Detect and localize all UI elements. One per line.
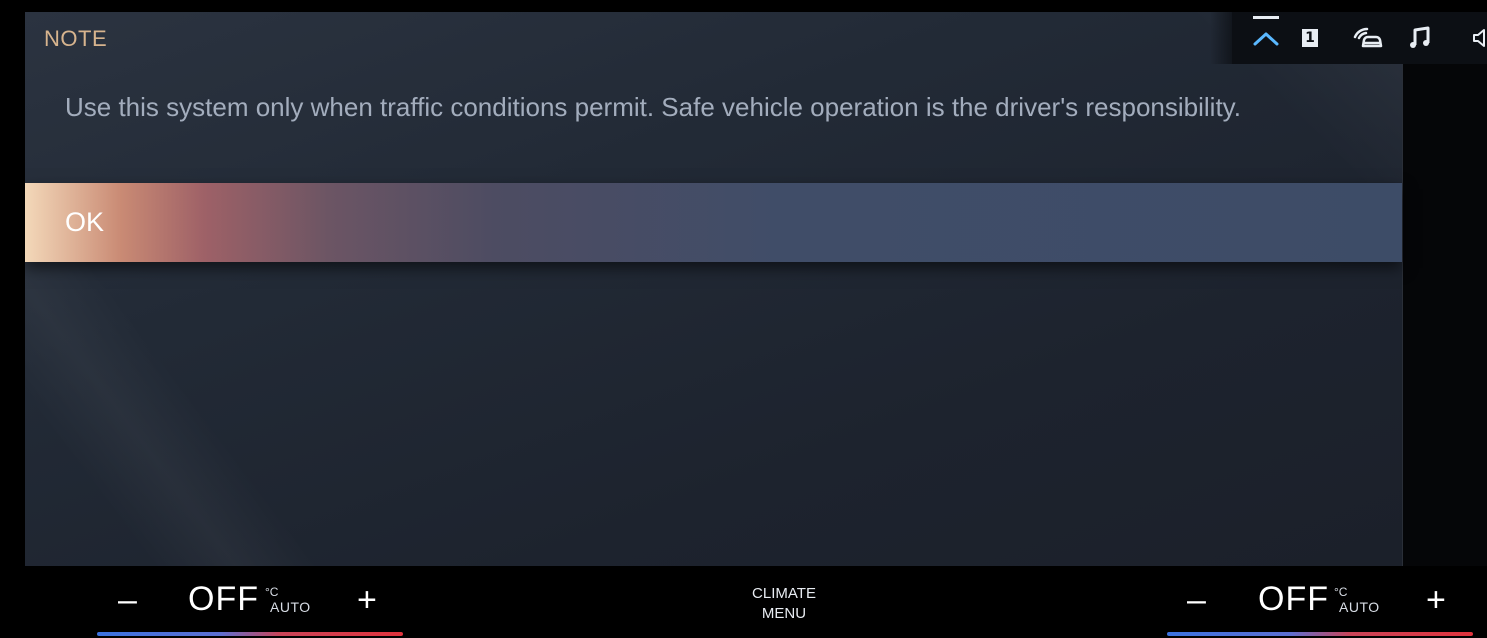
climate-bar: – OFF °C AUTO + CLIMATE MENU – OFF °C AU… <box>0 566 1487 638</box>
left-temp-value[interactable]: OFF <box>188 580 259 619</box>
music-button[interactable] <box>1404 12 1436 64</box>
right-side-strip <box>1402 12 1487 566</box>
speaker-button[interactable] <box>1468 12 1487 64</box>
chevron-up-icon <box>1253 32 1279 46</box>
one-indicator[interactable]: 1 <box>1298 12 1322 64</box>
left-auto-label: AUTO <box>270 599 311 615</box>
car-connection-icon <box>1353 27 1383 48</box>
chevron-up-bar <box>1253 16 1279 19</box>
right-auto-label: AUTO <box>1339 599 1380 615</box>
dialog-title: NOTE <box>44 26 108 51</box>
right-temp-increase-button[interactable]: + <box>1426 581 1446 620</box>
left-temp-decrease-button[interactable]: – <box>118 581 137 620</box>
chevron-up-button[interactable] <box>1246 12 1286 64</box>
status-bar: 1 <box>1210 12 1487 64</box>
ok-button[interactable]: OK <box>25 183 1402 262</box>
right-temp-value[interactable]: OFF <box>1258 580 1329 619</box>
left-temp-unit: °C <box>265 585 279 599</box>
climate-menu-line2: MENU <box>761 605 807 622</box>
left-temp-bar <box>97 632 403 636</box>
climate-menu-button[interactable]: CLIMATE MENU <box>734 584 834 624</box>
infotainment-screen: NOTE Use this system only when traffic c… <box>0 0 1487 638</box>
car-connection-button[interactable] <box>1347 12 1387 64</box>
ok-button-label: OK <box>65 207 105 237</box>
climate-menu-line1: CLIMATE <box>752 585 816 602</box>
speaker-icon <box>1473 29 1485 47</box>
right-temp-decrease-button[interactable]: – <box>1187 581 1206 620</box>
one-icon: 1 <box>1302 29 1318 47</box>
right-temp-unit: °C <box>1334 585 1348 599</box>
music-icon <box>1410 26 1430 48</box>
right-temp-bar <box>1167 632 1473 636</box>
dialog-message: Use this system only when traffic condit… <box>65 92 1241 122</box>
left-temp-increase-button[interactable]: + <box>357 581 377 620</box>
